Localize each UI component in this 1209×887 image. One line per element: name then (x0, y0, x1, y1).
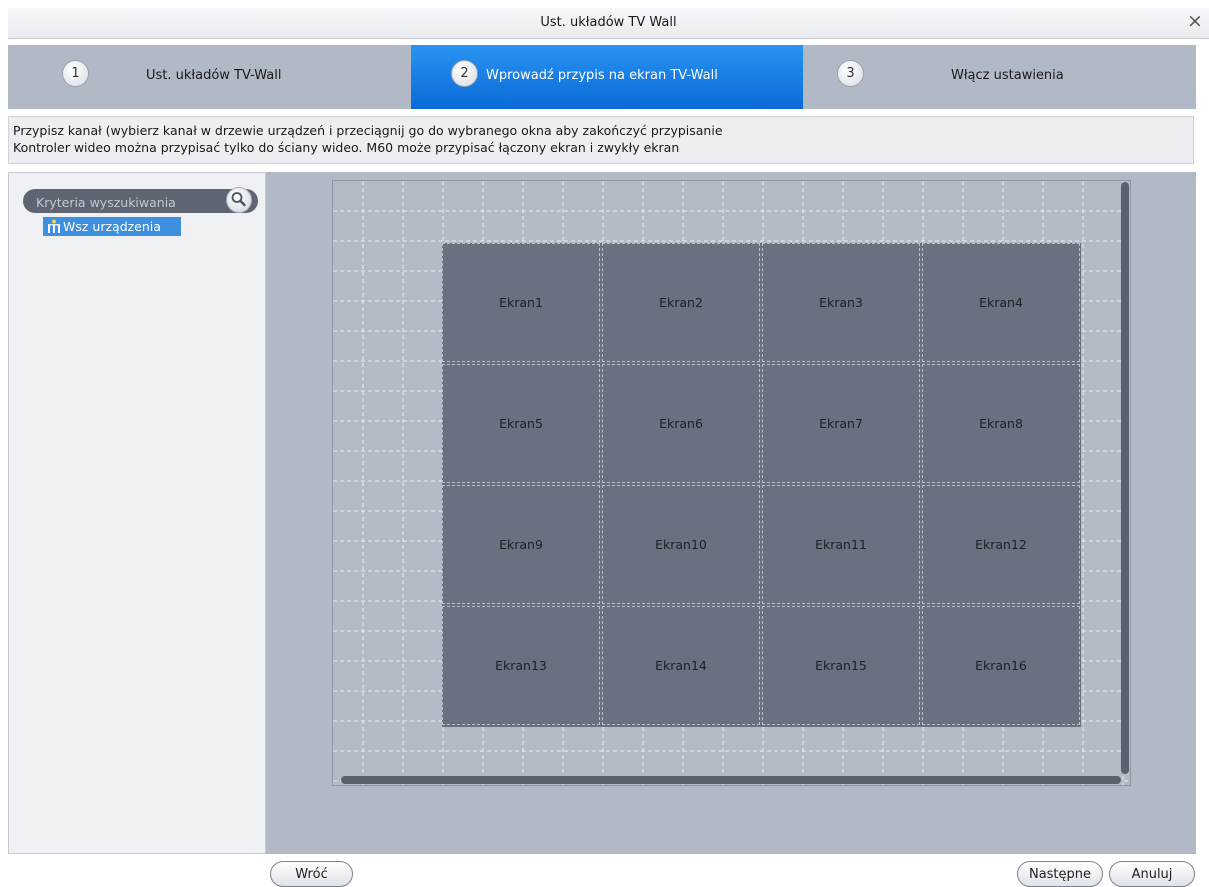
screen-tile[interactable]: Ekran9 (442, 485, 600, 604)
device-tree-panel (8, 172, 266, 854)
step-3: 3 Włącz ustawienia (803, 45, 1196, 109)
screen-tile[interactable]: Ekran1 (442, 243, 600, 362)
instructions-line-2: Kontroler wideo można przypisać tylko do… (13, 139, 680, 155)
search-input[interactable] (36, 194, 226, 210)
title-bar: Ust. układów TV Wall × (8, 8, 1209, 39)
device-tree-icon (47, 219, 61, 234)
screen-tile[interactable]: Ekran2 (602, 243, 760, 362)
step-1-number: 1 (62, 60, 89, 87)
screen-tile[interactable]: Ekran16 (922, 606, 1080, 725)
horizontal-scrollbar[interactable] (341, 776, 1121, 784)
step-3-number: 3 (837, 60, 864, 87)
screen-tile[interactable]: Ekran11 (762, 485, 920, 604)
next-button[interactable]: Następne (1017, 861, 1103, 887)
screen-tile[interactable]: Ekran4 (922, 243, 1080, 362)
close-icon[interactable]: × (1183, 8, 1207, 36)
back-button[interactable]: Wróć (270, 861, 353, 887)
instructions-box: Przypisz kanał (wybierz kanał w drzewie … (8, 116, 1194, 164)
tree-item-label: Wsz urządzenia (63, 219, 161, 234)
step-2-number: 2 (451, 60, 478, 87)
screen-tile[interactable]: Ekran10 (602, 485, 760, 604)
search-icon[interactable] (226, 187, 252, 213)
step-2-label: Wprowadź przypis na ekran TV-Wall (486, 68, 718, 83)
instructions-line-1: Przypisz kanał (wybierz kanał w drzewie … (13, 123, 723, 138)
screen-tile[interactable]: Ekran12 (922, 485, 1080, 604)
step-2: 2 Wprowadź przypis na ekran TV-Wall (411, 45, 803, 109)
screen-block: Ekran1 Ekran2 Ekran3 Ekran4 Ekran5 Ekran6 Ekra… (442, 243, 1081, 727)
screen-tile[interactable]: Ekran8 (922, 364, 1080, 483)
step-1-label: Ust. układów TV-Wall (146, 68, 282, 83)
screen-tile[interactable]: Ekran5 (442, 364, 600, 483)
step-3-label: Włącz ustawienia (951, 68, 1064, 83)
tv-wall-canvas[interactable]: Ekran1 Ekran2 Ekran3 Ekran4 Ekran5 Ekran6 Ekra… (332, 180, 1131, 786)
screen-tile[interactable]: Ekran14 (602, 606, 760, 725)
screen-tile[interactable]: Ekran7 (762, 364, 920, 483)
vertical-scrollbar[interactable] (1121, 182, 1129, 774)
screen-tile[interactable]: Ekran15 (762, 606, 920, 725)
step-1: 1 Ust. układów TV-Wall (8, 45, 411, 109)
screen-tile[interactable]: Ekran6 (602, 364, 760, 483)
cancel-button[interactable]: Anuluj (1109, 861, 1195, 887)
screen-tile[interactable]: Ekran13 (442, 606, 600, 725)
wizard-steps: 1 Ust. układów TV-Wall 2 Wprowadź przypi… (8, 45, 1196, 109)
window-title: Ust. układów TV Wall (540, 15, 677, 30)
screen-tile[interactable]: Ekran3 (762, 243, 920, 362)
